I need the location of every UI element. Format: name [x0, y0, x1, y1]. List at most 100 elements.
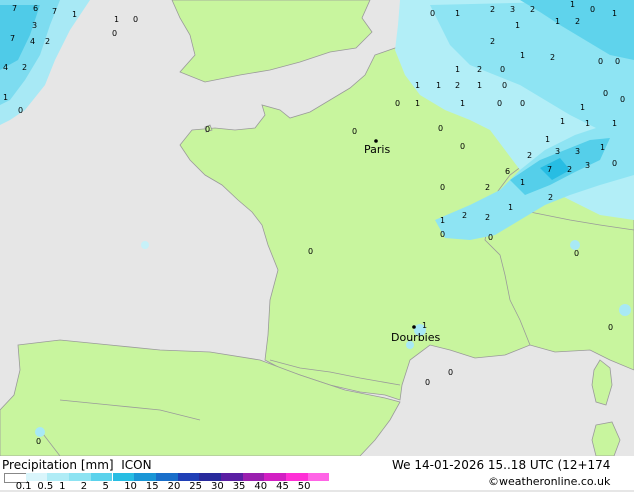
scale-swatch [221, 473, 243, 481]
svg-text:1: 1 [415, 81, 420, 90]
svg-text:1: 1 [477, 81, 482, 90]
svg-text:1: 1 [560, 117, 565, 126]
svg-text:1: 1 [72, 10, 77, 19]
svg-text:1: 1 [3, 93, 8, 102]
svg-text:1: 1 [114, 15, 119, 24]
svg-text:3: 3 [510, 5, 515, 14]
svg-text:1: 1 [585, 119, 590, 128]
scale-tick-label: 5 [102, 481, 109, 492]
svg-text:0: 0 [36, 437, 41, 446]
svg-text:0: 0 [497, 99, 502, 108]
svg-text:1: 1 [415, 99, 420, 108]
svg-text:0: 0 [590, 5, 595, 14]
svg-text:4: 4 [30, 37, 35, 46]
svg-text:0: 0 [615, 57, 620, 66]
legend-footer: Precipitation [mm] ICON We 14-01-2026 15… [0, 456, 634, 492]
svg-text:7: 7 [10, 34, 15, 43]
scale-tick-label: 2 [80, 481, 88, 492]
scale-swatch [242, 473, 265, 481]
city-label-paris: Paris [364, 143, 390, 156]
svg-text:2: 2 [527, 151, 532, 160]
svg-text:3: 3 [32, 21, 37, 30]
scale-tick-label: 20 [167, 481, 181, 492]
scale-swatch [47, 473, 70, 481]
svg-text:0: 0 [612, 159, 617, 168]
svg-text:2: 2 [548, 193, 553, 202]
svg-text:0: 0 [425, 378, 430, 387]
svg-text:0: 0 [440, 230, 445, 239]
svg-text:0: 0 [395, 99, 400, 108]
svg-text:0: 0 [18, 106, 23, 115]
svg-text:0: 0 [352, 127, 357, 136]
svg-text:2: 2 [45, 37, 50, 46]
svg-text:0: 0 [308, 247, 313, 256]
scale-swatch [155, 473, 178, 481]
scale-swatch [264, 473, 287, 481]
svg-text:0: 0 [500, 65, 505, 74]
svg-text:0: 0 [440, 183, 445, 192]
scale-swatch [286, 473, 308, 481]
svg-text:2: 2 [530, 5, 535, 14]
scale-swatch [307, 473, 330, 481]
svg-text:0: 0 [430, 9, 435, 18]
svg-text:2: 2 [485, 183, 490, 192]
scale-swatch [69, 473, 91, 481]
svg-text:1: 1 [520, 178, 525, 187]
svg-text:1: 1 [455, 65, 460, 74]
svg-text:2: 2 [490, 37, 495, 46]
svg-text:1: 1 [570, 0, 575, 9]
scale-swatch [112, 473, 135, 481]
scale-tick-label: 50 [297, 481, 311, 492]
svg-text:1: 1 [422, 321, 427, 330]
svg-text:1: 1 [555, 17, 560, 26]
svg-text:0: 0 [205, 125, 210, 134]
svg-text:2: 2 [575, 17, 580, 26]
svg-text:0: 0 [448, 368, 453, 377]
svg-text:0: 0 [574, 249, 579, 258]
city-label-dourbies: Dourbies [391, 331, 441, 344]
svg-text:1: 1 [460, 99, 465, 108]
scale-swatch [25, 473, 48, 481]
svg-text:6: 6 [33, 4, 38, 13]
scale-tick-label: 0.5 [37, 481, 54, 492]
svg-text:4: 4 [3, 63, 8, 72]
scale-tick-label: 45 [276, 481, 289, 492]
svg-text:1: 1 [520, 51, 525, 60]
scale-tick-label: 40 [254, 481, 268, 492]
legend-title: Precipitation [mm] ICON [2, 458, 152, 472]
svg-text:0: 0 [502, 81, 507, 90]
svg-text:0: 0 [133, 15, 138, 24]
svg-text:0: 0 [620, 95, 625, 104]
scale-tick-label: 10 [124, 481, 137, 492]
svg-text:2: 2 [22, 63, 27, 72]
scale-tick-label: 25 [189, 481, 203, 492]
model-name: ICON [121, 458, 152, 472]
svg-text:1: 1 [600, 143, 605, 152]
svg-text:2: 2 [567, 165, 572, 174]
svg-text:0: 0 [598, 57, 603, 66]
scale-tick-label: 30 [211, 481, 224, 492]
scale-tick-label: 0.1 [15, 481, 32, 492]
svg-text:2: 2 [485, 213, 490, 222]
precipitation-map: 767 731 4 24 210 1 00 012 3 21 0 12 112 120 … [0, 0, 634, 456]
svg-text:2: 2 [455, 81, 460, 90]
scale-swatch [199, 473, 221, 481]
svg-text:0: 0 [520, 99, 525, 108]
scale-swatch [177, 473, 200, 481]
svg-text:0: 0 [460, 142, 465, 151]
svg-text:2: 2 [490, 5, 495, 14]
svg-text:3: 3 [575, 147, 580, 156]
svg-text:1: 1 [612, 9, 617, 18]
svg-text:1: 1 [515, 21, 520, 30]
scale-tick-label: 35 [232, 481, 246, 492]
svg-text:2: 2 [550, 53, 555, 62]
svg-text:7: 7 [12, 4, 17, 13]
svg-text:0: 0 [603, 89, 608, 98]
svg-text:0: 0 [488, 233, 493, 242]
scale-swatch [134, 473, 156, 481]
svg-text:0: 0 [438, 124, 443, 133]
svg-text:0: 0 [608, 323, 613, 332]
svg-text:0: 0 [112, 29, 117, 38]
svg-text:1: 1 [612, 119, 617, 128]
svg-text:7: 7 [52, 7, 57, 16]
